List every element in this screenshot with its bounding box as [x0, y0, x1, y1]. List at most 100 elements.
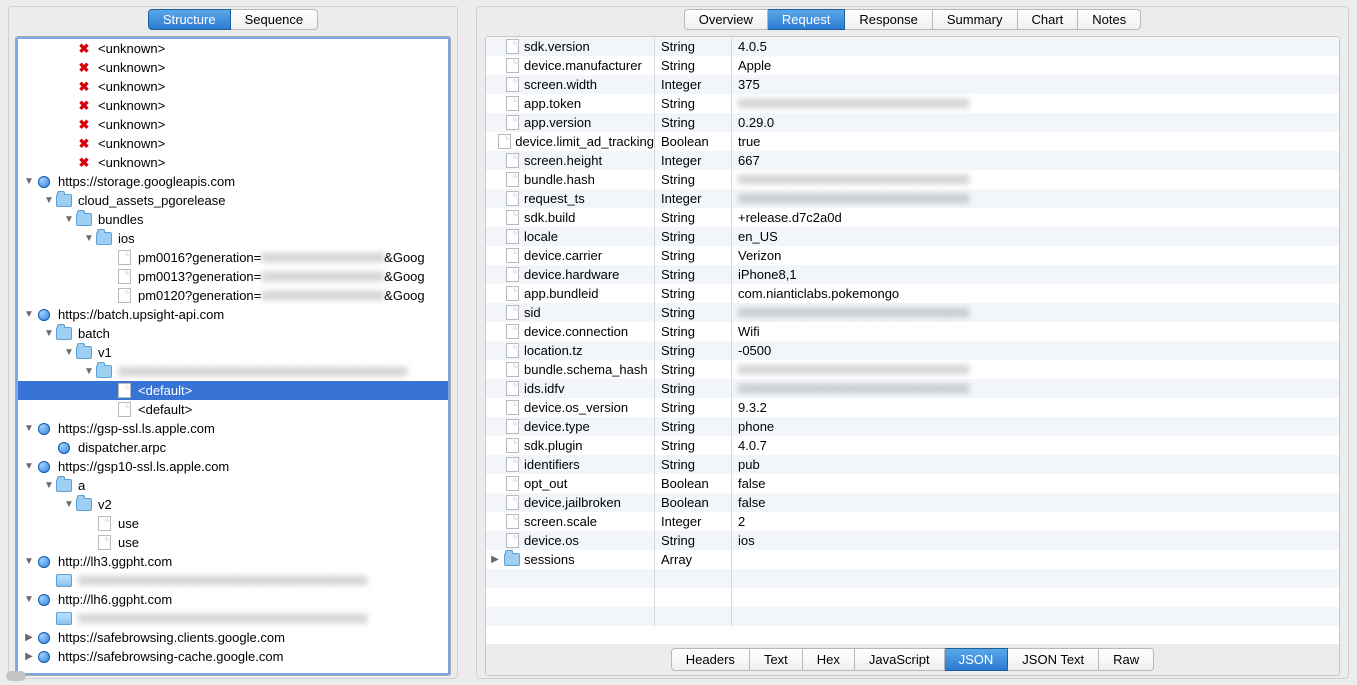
json-row[interactable]: device.jailbrokenBooleanfalse: [486, 493, 1339, 512]
disclosure-triangle[interactable]: ▼: [62, 210, 76, 229]
disclosure-triangle[interactable]: ▼: [22, 419, 36, 438]
json-row[interactable]: device.manufacturerStringApple: [486, 56, 1339, 75]
tree-row[interactable]: <default>: [18, 400, 448, 419]
json-row[interactable]: device.connectionStringWifi: [486, 322, 1339, 341]
disclosure-triangle[interactable]: ▼: [22, 305, 36, 324]
tree-row[interactable]: ▼ios: [18, 229, 448, 248]
format-tab-raw[interactable]: Raw: [1099, 648, 1154, 671]
json-row[interactable]: ▶sessionsArray: [486, 550, 1339, 569]
structure-tree[interactable]: ✖<unknown>✖<unknown>✖<unknown>✖<unknown>…: [18, 39, 448, 673]
json-row[interactable]: ids.idfvString00000000000000000000000000…: [486, 379, 1339, 398]
tree-row[interactable]: ▼batch: [18, 324, 448, 343]
tree-row[interactable]: ▼a: [18, 476, 448, 495]
json-row[interactable]: request_tsInteger00000000000000000000000…: [486, 189, 1339, 208]
format-tab-text[interactable]: Text: [750, 648, 803, 671]
disclosure-triangle[interactable]: ▼: [22, 552, 36, 571]
format-tab-json text[interactable]: JSON Text: [1008, 648, 1099, 671]
tree-row[interactable]: pm0016?generation=00000000000000000&Goog: [18, 248, 448, 267]
tree-row[interactable]: pm0013?generation=00000000000000000&Goog: [18, 267, 448, 286]
json-row[interactable]: sdk.versionString4.0.5: [486, 37, 1339, 56]
format-tab-json[interactable]: JSON: [945, 648, 1009, 671]
tree-row[interactable]: ✖<unknown>: [18, 77, 448, 96]
disclosure-triangle[interactable]: ▶: [22, 628, 36, 647]
tree-row[interactable]: ▼http://lh6.ggpht.com: [18, 590, 448, 609]
json-row[interactable]: bundle.hashString00000000000000000000000…: [486, 170, 1339, 189]
tab-structure[interactable]: Structure: [148, 9, 231, 30]
tree-row[interactable]: ▼http://lh3.ggpht.com: [18, 552, 448, 571]
tree-row[interactable]: use: [18, 533, 448, 552]
disclosure-triangle[interactable]: ▼: [22, 590, 36, 609]
tab-request[interactable]: Request: [768, 9, 845, 30]
json-row[interactable]: device.os_versionString9.3.2: [486, 398, 1339, 417]
tab-notes[interactable]: Notes: [1078, 9, 1141, 30]
json-row[interactable]: app.tokenString0000000000000000000000000…: [486, 94, 1339, 113]
json-row[interactable]: device.carrierStringVerizon: [486, 246, 1339, 265]
tree-row[interactable]: ▼v2: [18, 495, 448, 514]
json-row[interactable]: device.hardwareStringiPhone8,1: [486, 265, 1339, 284]
disclosure-triangle[interactable]: ▼: [22, 457, 36, 476]
disclosure-triangle[interactable]: ▼: [62, 495, 76, 514]
format-tab-headers[interactable]: Headers: [671, 648, 750, 671]
tree-row[interactable]: <default>: [18, 381, 448, 400]
tree-row[interactable]: ▼https://storage.googleapis.com: [18, 172, 448, 191]
tree-row[interactable]: ▼bundles: [18, 210, 448, 229]
json-row[interactable]: sidString0000000000000000000000000000000…: [486, 303, 1339, 322]
tree-row[interactable]: ▼000000000000000000000000000000000000000…: [18, 362, 448, 381]
json-row[interactable]: app.versionString0.29.0: [486, 113, 1339, 132]
tab-response[interactable]: Response: [845, 9, 933, 30]
json-type: Boolean: [655, 132, 732, 151]
disclosure-triangle[interactable]: ▶: [486, 554, 504, 565]
tree-row[interactable]: use: [18, 514, 448, 533]
tree-row[interactable]: ▼https://gsp-ssl.ls.apple.com: [18, 419, 448, 438]
json-type: String: [655, 208, 732, 227]
disclosure-triangle[interactable]: ▼: [82, 362, 96, 381]
tree-row[interactable]: ▼cloud_assets_pgorelease: [18, 191, 448, 210]
json-row[interactable]: device.limit_ad_trackingBooleantrue: [486, 132, 1339, 151]
tree-row[interactable]: ▶https://safebrowsing.clients.google.com: [18, 628, 448, 647]
disclosure-triangle[interactable]: ▼: [42, 324, 56, 343]
tree-row[interactable]: 0000000000000000000000000000000000000000: [18, 571, 448, 590]
json-row[interactable]: app.bundleidStringcom.nianticlabs.pokemo…: [486, 284, 1339, 303]
tree-row[interactable]: pm0120?generation=00000000000000000&Goog: [18, 286, 448, 305]
format-tab-hex[interactable]: Hex: [803, 648, 855, 671]
disclosure-triangle[interactable]: ▼: [42, 476, 56, 495]
json-row[interactable]: opt_outBooleanfalse: [486, 474, 1339, 493]
tree-row[interactable]: 0000000000000000000000000000000000000000: [18, 609, 448, 628]
json-row[interactable]: location.tzString-0500: [486, 341, 1339, 360]
tree-row[interactable]: ✖<unknown>: [18, 134, 448, 153]
tree-row[interactable]: ✖<unknown>: [18, 153, 448, 172]
json-row[interactable]: identifiersStringpub: [486, 455, 1339, 474]
json-row[interactable]: sdk.buildString+release.d7c2a0d: [486, 208, 1339, 227]
tree-row[interactable]: ▼https://batch.upsight-api.com: [18, 305, 448, 324]
json-row[interactable]: sdk.pluginString4.0.7: [486, 436, 1339, 455]
disclosure-triangle[interactable]: ▼: [22, 172, 36, 191]
disclosure-triangle[interactable]: ▼: [42, 191, 56, 210]
horizontal-scrollbar[interactable]: [8, 671, 458, 679]
json-row[interactable]: bundle.schema_hashString0000000000000000…: [486, 360, 1339, 379]
json-row[interactable]: screen.widthInteger375: [486, 75, 1339, 94]
tab-summary[interactable]: Summary: [933, 9, 1018, 30]
json-row[interactable]: screen.heightInteger667: [486, 151, 1339, 170]
format-tab-javascript[interactable]: JavaScript: [855, 648, 945, 671]
json-type: String: [655, 94, 732, 113]
json-row[interactable]: localeStringen_US: [486, 227, 1339, 246]
disclosure-triangle[interactable]: ▶: [22, 647, 36, 666]
tree-row[interactable]: ✖<unknown>: [18, 39, 448, 58]
tree-row[interactable]: ✖<unknown>: [18, 58, 448, 77]
json-row[interactable]: screen.scaleInteger2: [486, 512, 1339, 531]
scrollbar-thumb[interactable]: [8, 671, 26, 679]
json-row[interactable]: device.typeStringphone: [486, 417, 1339, 436]
tree-row[interactable]: ✖<unknown>: [18, 115, 448, 134]
tab-chart[interactable]: Chart: [1018, 9, 1079, 30]
tab-sequence[interactable]: Sequence: [231, 9, 319, 30]
disclosure-triangle[interactable]: ▼: [62, 343, 76, 362]
tree-row[interactable]: dispatcher.arpc: [18, 438, 448, 457]
tree-row[interactable]: ✖<unknown>: [18, 96, 448, 115]
tab-overview[interactable]: Overview: [684, 9, 768, 30]
tree-row[interactable]: ▼v1: [18, 343, 448, 362]
json-table[interactable]: sdk.versionString4.0.5device.manufacture…: [486, 37, 1339, 644]
disclosure-triangle[interactable]: ▼: [82, 229, 96, 248]
tree-row[interactable]: ▼https://gsp10-ssl.ls.apple.com: [18, 457, 448, 476]
json-row[interactable]: device.osStringios: [486, 531, 1339, 550]
tree-row[interactable]: ▶https://safebrowsing-cache.google.com: [18, 647, 448, 666]
